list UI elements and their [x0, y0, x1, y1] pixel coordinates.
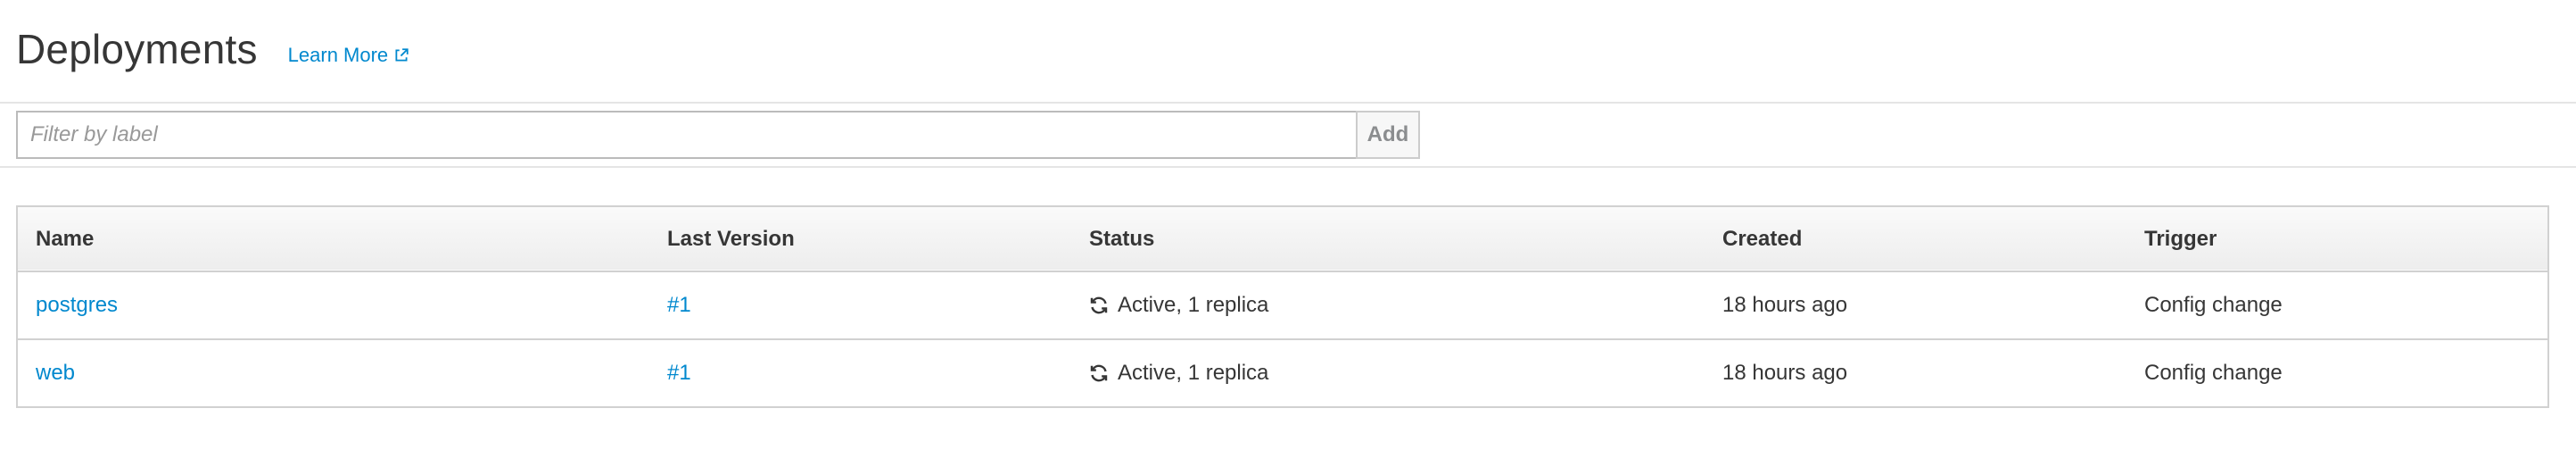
filter-divider [0, 166, 2576, 168]
deployment-name-link[interactable]: postgres [36, 293, 118, 317]
cell-status: Active, 1 replica [1071, 271, 1705, 339]
table-row: postgres #1 Active, 1 replica 18 hours a… [18, 271, 2547, 339]
page-title: Deployments [16, 26, 258, 72]
cell-trigger: Config change [2144, 293, 2283, 317]
cell-created: 18 hours ago [1722, 293, 1848, 317]
sync-icon [1090, 296, 1108, 314]
column-header-last-version: Last Version [667, 226, 795, 251]
cell-name: web [18, 339, 649, 406]
version-link[interactable]: #1 [667, 361, 691, 385]
learn-more-label: Learn More [287, 44, 389, 66]
version-link[interactable]: #1 [667, 293, 691, 317]
column-header-name: Name [36, 226, 95, 251]
column-header-created: Created [1722, 226, 1803, 251]
cell-trigger: Config change [2144, 361, 2283, 385]
filter-bar: Add [16, 111, 1420, 159]
status-text: Active, 1 replica [1118, 293, 1269, 317]
cell-last-version: #1 [649, 271, 1071, 339]
column-header-trigger: Trigger [2144, 226, 2217, 251]
cell-status: Active, 1 replica [1071, 339, 1705, 406]
table-header-row: Name Last Version Status Created Trigger [18, 207, 2547, 271]
sync-icon [1090, 364, 1108, 382]
add-filter-button[interactable]: Add [1356, 111, 1420, 159]
header-divider [0, 102, 2576, 104]
external-link-icon [395, 48, 409, 62]
cell-name: postgres [18, 271, 649, 339]
cell-created: 18 hours ago [1722, 361, 1848, 385]
cell-last-version: #1 [649, 339, 1071, 406]
deployment-name-link[interactable]: web [36, 361, 75, 385]
page-header: Deployments Learn More [16, 18, 409, 80]
learn-more-link[interactable]: Learn More [288, 44, 410, 67]
deployments-table: Name Last Version Status Created Trigger… [16, 205, 2549, 408]
table-row: web #1 Active, 1 replica 18 hours ago Co… [18, 339, 2547, 406]
filter-by-label-input[interactable] [16, 111, 1356, 159]
column-header-status: Status [1089, 226, 1155, 251]
status-text: Active, 1 replica [1118, 361, 1269, 385]
